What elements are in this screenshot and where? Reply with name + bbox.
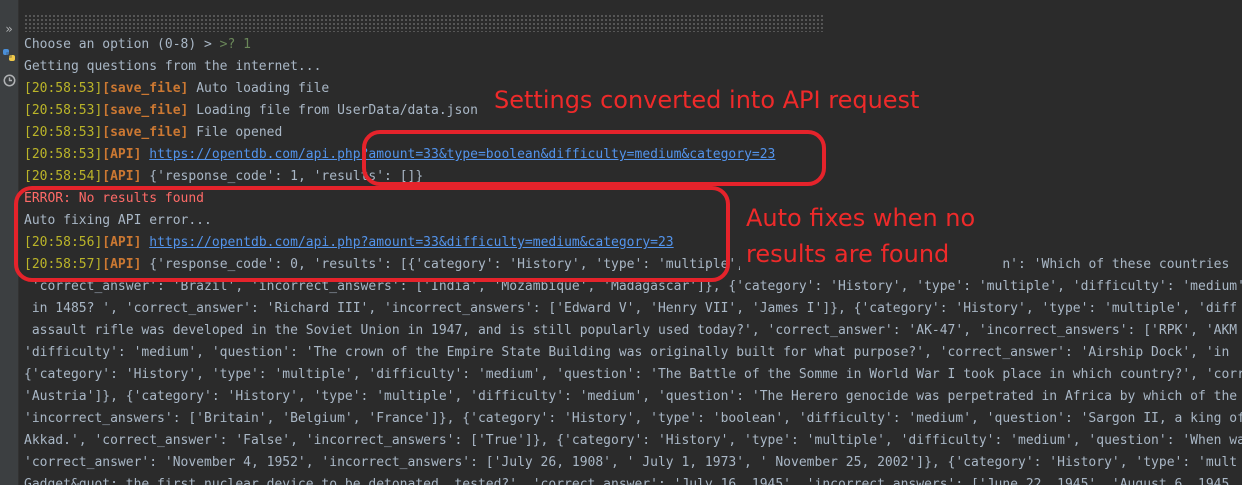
log-line: [20:58:53][save_file] Auto loading file	[24, 78, 329, 100]
annotation-autofix-line2: results are found	[746, 240, 950, 268]
prompt-value: 1	[243, 37, 251, 52]
history-icon[interactable]	[1, 72, 17, 88]
log-tag: [API]	[102, 147, 142, 162]
log-line: [20:58:53][save_file] File opened	[24, 122, 282, 144]
prompt-marker: >?	[219, 37, 244, 52]
output-line: Akkad.', 'correct_answer': 'False', 'inc…	[24, 433, 1242, 448]
output-line: 'incorrect_answers': ['Britain', 'Belgiu…	[24, 411, 1242, 426]
timestamp: [20:58:53]	[24, 103, 103, 118]
annotation-box-autofix	[14, 186, 730, 282]
annotation-settings: Settings converted into API request	[494, 86, 920, 114]
log-message: File opened	[188, 125, 283, 140]
timestamp: [20:58:53]	[24, 147, 103, 162]
log-message: Auto loading file	[188, 81, 330, 96]
log-tag: [save_file]	[102, 103, 189, 118]
annotation-autofix-line1: Auto fixes when no	[746, 204, 976, 232]
output-line: 'correct_answer': 'November 4, 1952', 'i…	[24, 455, 1238, 470]
annotation-box-settings	[362, 130, 826, 186]
timestamp: [20:58:54]	[24, 169, 103, 184]
log-line: [20:58:53][save_file] Loading file from …	[24, 100, 478, 122]
run-step-icon[interactable]: »	[1, 21, 17, 37]
output-line: 'difficulty': 'medium', 'question': 'The…	[24, 345, 1230, 360]
output-line: {'category': 'History', 'type': 'multipl…	[24, 367, 1242, 382]
log-message: Loading file from UserData/data.json	[188, 103, 478, 118]
status-line: Getting questions from the internet...	[24, 59, 322, 74]
prompt-text: Choose an option (0-8) >	[24, 37, 220, 52]
log-tag: [API]	[102, 169, 142, 184]
output-line: 'Austria']}, {'category': 'History', 'ty…	[24, 389, 1238, 404]
scroll-strip	[24, 14, 824, 32]
output-line: assault rifle was developed in the Sovie…	[24, 323, 1238, 338]
timestamp: [20:58:53]	[24, 81, 103, 96]
log-tag: [save_file]	[102, 125, 189, 140]
timestamp: [20:58:53]	[24, 125, 103, 140]
python-console-icon[interactable]	[1, 47, 17, 63]
output-line: Gadget&quot; the first nuclear device to…	[24, 477, 1230, 485]
log-tag: [save_file]	[102, 81, 189, 96]
output-line: in 1485? ', 'correct_answer': 'Richard I…	[24, 301, 1238, 316]
prompt-line: Choose an option (0-8) > >? 1	[24, 34, 251, 56]
